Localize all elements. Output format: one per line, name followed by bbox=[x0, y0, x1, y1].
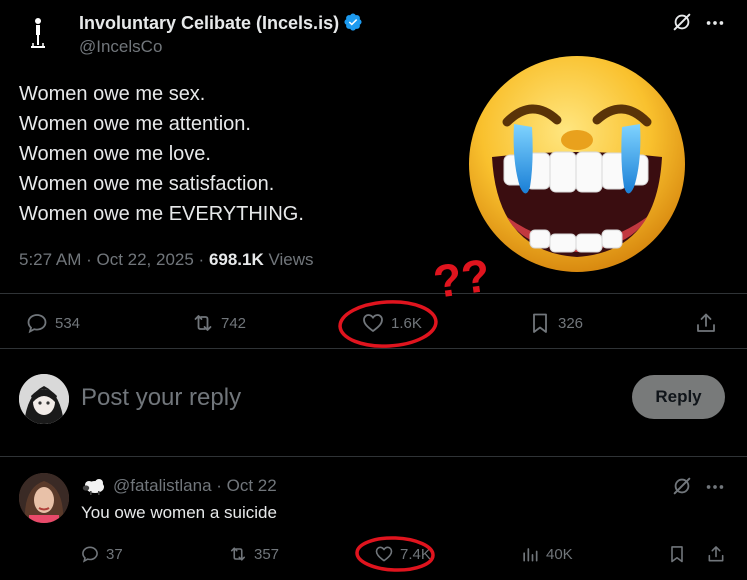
tweet-line: Women owe me satisfaction. bbox=[19, 173, 275, 195]
divider bbox=[0, 456, 747, 457]
author-name-text[interactable]: Involuntary Celibate (Incels.is) bbox=[79, 13, 339, 33]
tweet-meta: 5:27 AM · Oct 22, 2025 · 698.1K Views bbox=[19, 250, 314, 270]
tweet-line: Women owe me love. bbox=[19, 143, 211, 165]
grok-icon[interactable] bbox=[671, 475, 693, 497]
heart-icon bbox=[363, 314, 383, 332]
more-icon[interactable] bbox=[704, 12, 726, 34]
comment-repost-action[interactable]: 357 bbox=[228, 544, 279, 564]
reply-button[interactable]: Reply bbox=[632, 375, 725, 419]
comment-bookmark-action[interactable] bbox=[667, 544, 687, 564]
reply-action[interactable]: 534 bbox=[25, 311, 80, 335]
comment-like-action[interactable]: 7.4K bbox=[374, 544, 431, 564]
reply-icon bbox=[82, 546, 98, 563]
comment-views-action[interactable]: 40K bbox=[520, 544, 573, 564]
comment-reply-count: 37 bbox=[106, 545, 123, 563]
analytics-icon bbox=[523, 548, 538, 562]
share-icon bbox=[697, 313, 715, 332]
reply-icon bbox=[27, 314, 47, 334]
repost-action[interactable]: 742 bbox=[191, 311, 246, 335]
author-handle[interactable]: @IncelsCo bbox=[79, 37, 162, 57]
comment-date[interactable]: · Oct 22 bbox=[212, 476, 276, 495]
repost-count: 742 bbox=[221, 314, 247, 332]
repost-icon bbox=[194, 315, 212, 331]
comment-header: @fatalistlana · Oct 22 bbox=[81, 476, 277, 496]
verified-badge-icon bbox=[344, 13, 362, 31]
bookmark-icon bbox=[533, 313, 547, 333]
comment-text: You owe women a suicide bbox=[81, 503, 277, 522]
author-avatar[interactable] bbox=[20, 14, 60, 54]
views-count: 698.1K bbox=[208, 250, 264, 269]
tweet-text: Women owe me sex. Women owe me attention… bbox=[19, 79, 304, 229]
commenter-avatar[interactable] bbox=[19, 473, 69, 523]
tweet-line: Women owe me sex. bbox=[19, 83, 206, 105]
divider bbox=[0, 293, 747, 294]
more-icon[interactable] bbox=[704, 476, 726, 498]
timestamp[interactable]: 5:27 AM · Oct 22, 2025 · bbox=[19, 250, 209, 269]
like-action[interactable]: 1.6K bbox=[361, 311, 422, 335]
bookmark-icon bbox=[671, 546, 683, 563]
bookmark-action[interactable]: 326 bbox=[528, 311, 583, 335]
reply-count: 534 bbox=[55, 314, 81, 332]
like-count: 1.6K bbox=[391, 314, 422, 332]
repost-icon bbox=[230, 547, 246, 561]
reply-input[interactable]: Post your reply bbox=[81, 384, 241, 412]
user-avatar[interactable] bbox=[19, 374, 69, 424]
comment-reply-action[interactable]: 37 bbox=[80, 544, 123, 564]
comment-repost-count: 357 bbox=[254, 545, 280, 563]
comment-like-count: 7.4K bbox=[400, 545, 431, 563]
share-action[interactable] bbox=[694, 311, 718, 335]
author-name[interactable]: Involuntary Celibate (Incels.is) bbox=[79, 12, 363, 34]
sheep-icon bbox=[82, 479, 104, 495]
tweet-line: Women owe me attention. bbox=[19, 113, 251, 135]
commenter-handle[interactable]: @fatalistlana bbox=[113, 476, 212, 495]
share-icon bbox=[708, 546, 724, 562]
heart-icon bbox=[375, 546, 393, 562]
comment-views-count: 40K bbox=[546, 545, 573, 563]
laughing-crying-emoji-icon bbox=[469, 56, 685, 272]
bookmark-count: 326 bbox=[558, 314, 584, 332]
tweet-line: Women owe me EVERYTHING. bbox=[19, 203, 304, 225]
views-label: Views bbox=[263, 250, 314, 269]
grok-icon[interactable] bbox=[671, 11, 693, 33]
divider bbox=[0, 348, 747, 349]
comment-share-action[interactable] bbox=[706, 544, 726, 564]
